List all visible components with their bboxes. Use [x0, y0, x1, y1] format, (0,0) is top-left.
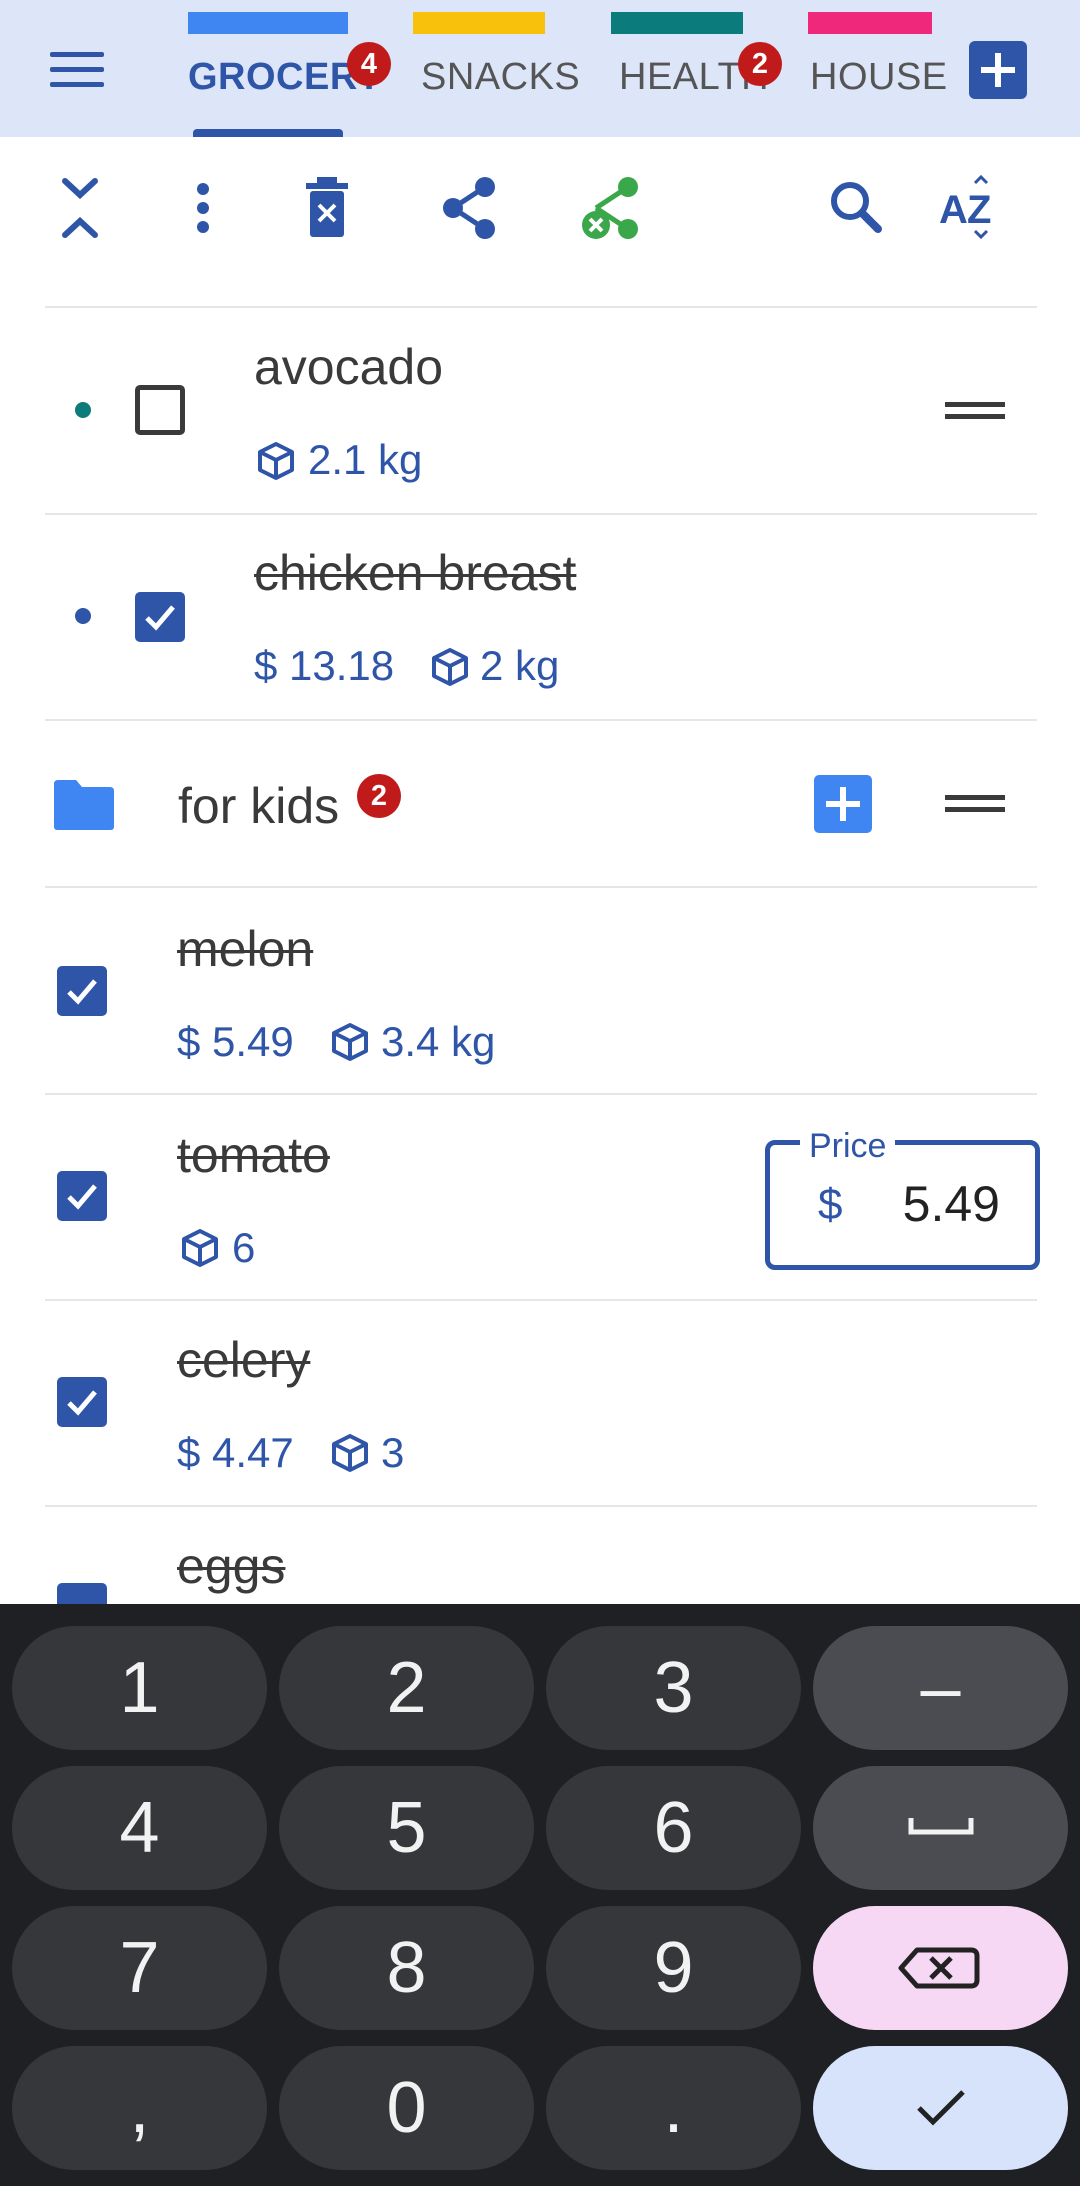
- tab-health[interactable]: HEALTH 2: [605, 0, 785, 137]
- item-checkbox[interactable]: [57, 966, 107, 1016]
- divider: [45, 1505, 1037, 1507]
- item-name: chicken breast: [254, 545, 577, 601]
- item-quantity: 6: [232, 1224, 256, 1271]
- svg-text:A: A: [939, 188, 968, 232]
- search-icon[interactable]: [820, 173, 890, 243]
- key-9[interactable]: 9: [546, 1906, 801, 2030]
- key-7[interactable]: 7: [12, 1906, 267, 2030]
- drag-handle-icon[interactable]: [945, 795, 1005, 813]
- add-list-button[interactable]: [969, 41, 1027, 99]
- tab-house[interactable]: HOUSE: [800, 0, 950, 137]
- key-period[interactable]: .: [546, 2046, 801, 2170]
- check-icon: [67, 1390, 97, 1416]
- key-minus[interactable]: –: [813, 1626, 1068, 1750]
- delete-checked-icon[interactable]: [292, 173, 362, 243]
- menu-icon[interactable]: [50, 52, 104, 88]
- divider: [45, 719, 1037, 721]
- folder-icon: [54, 780, 114, 830]
- tab-label: HOUSE: [810, 56, 948, 98]
- check-icon: [67, 979, 97, 1005]
- key-6[interactable]: 6: [546, 1766, 801, 1890]
- folder-name: for kids: [178, 778, 340, 834]
- divider: [45, 1299, 1037, 1301]
- add-to-folder-button[interactable]: [814, 775, 872, 833]
- item-name: avocado: [254, 339, 444, 395]
- divider: [45, 1093, 1037, 1095]
- share-icon[interactable]: [435, 173, 505, 243]
- item-price: $ 4.47: [177, 1429, 294, 1476]
- price-input-value[interactable]: 5.49: [880, 1175, 1000, 1233]
- tab-grocery[interactable]: GROCERY 4: [180, 0, 391, 137]
- more-vert-icon[interactable]: [168, 173, 238, 243]
- unshare-icon[interactable]: [578, 173, 648, 243]
- divider: [45, 306, 1037, 308]
- key-4[interactable]: 4: [12, 1766, 267, 1890]
- space-icon: [908, 1818, 974, 1835]
- quantity-icon: [258, 442, 294, 480]
- tab-color-strip: [611, 12, 743, 34]
- sort-az-icon[interactable]: A Z: [935, 173, 1005, 243]
- quantity-icon: [432, 648, 468, 686]
- tab-bar: GROCERY 4 SNACKS HEALTH 2 HOUSE: [0, 0, 1080, 137]
- price-currency: $: [818, 1180, 843, 1229]
- item-quantity: 2.1 kg: [308, 436, 423, 483]
- plus-icon: [826, 787, 860, 821]
- tab-color-strip: [413, 12, 545, 34]
- tab-badge: 2: [738, 42, 782, 86]
- item-name: celery: [177, 1332, 311, 1388]
- toolbar: A Z: [0, 137, 1080, 307]
- item-checkbox[interactable]: [57, 1171, 107, 1221]
- tab-color-strip: [808, 12, 932, 34]
- tab-color-strip: [188, 12, 348, 34]
- item-price: $ 13.18: [254, 642, 395, 689]
- item-name: eggs: [177, 1538, 286, 1594]
- item-name: tomato: [177, 1127, 330, 1183]
- item-checkbox[interactable]: [135, 385, 185, 435]
- check-icon: [917, 2090, 965, 2126]
- category-dot: [75, 608, 91, 624]
- collapse-expand-icon[interactable]: [45, 173, 115, 243]
- key-2[interactable]: 2: [279, 1626, 534, 1750]
- key-5[interactable]: 5: [279, 1766, 534, 1890]
- price-input-label: Price: [800, 1127, 896, 1166]
- quantity-icon: [332, 1434, 368, 1472]
- drag-handle-icon[interactable]: [945, 402, 1005, 420]
- tab-snacks[interactable]: SNACKS: [405, 0, 580, 137]
- numeric-keyboard: 1 2 3 – 4 5 6 7 8 9 , 0 .: [0, 1604, 1080, 2186]
- plus-icon: [981, 53, 1015, 87]
- item-name: melon: [177, 921, 314, 977]
- item-price: $ 5.49: [177, 1018, 294, 1065]
- check-icon: [145, 605, 175, 631]
- divider: [45, 513, 1037, 515]
- key-8[interactable]: 8: [279, 1906, 534, 2030]
- tab-label: SNACKS: [421, 56, 581, 98]
- tab-badge: 4: [347, 42, 391, 86]
- item-checkbox[interactable]: [57, 1377, 107, 1427]
- quantity-icon: [332, 1023, 368, 1061]
- item-quantity: 3.4 kg: [381, 1018, 496, 1065]
- key-0[interactable]: 0: [279, 2046, 534, 2170]
- active-tab-indicator: [193, 129, 343, 137]
- divider: [45, 886, 1037, 888]
- key-done[interactable]: [813, 2046, 1068, 2170]
- check-icon: [67, 1184, 97, 1210]
- key-3[interactable]: 3: [546, 1626, 801, 1750]
- key-space[interactable]: [813, 1766, 1068, 1890]
- category-dot: [75, 402, 91, 418]
- item-checkbox[interactable]: [135, 592, 185, 642]
- folder-badge: 2: [357, 774, 401, 818]
- item-quantity: 2 kg: [480, 642, 560, 689]
- key-1[interactable]: 1: [12, 1626, 267, 1750]
- quantity-icon: [182, 1229, 218, 1267]
- key-comma[interactable]: ,: [12, 2046, 267, 2170]
- backspace-icon: [898, 1947, 980, 1989]
- key-backspace[interactable]: [813, 1906, 1068, 2030]
- svg-text:Z: Z: [967, 188, 991, 232]
- item-quantity: 3: [381, 1429, 405, 1476]
